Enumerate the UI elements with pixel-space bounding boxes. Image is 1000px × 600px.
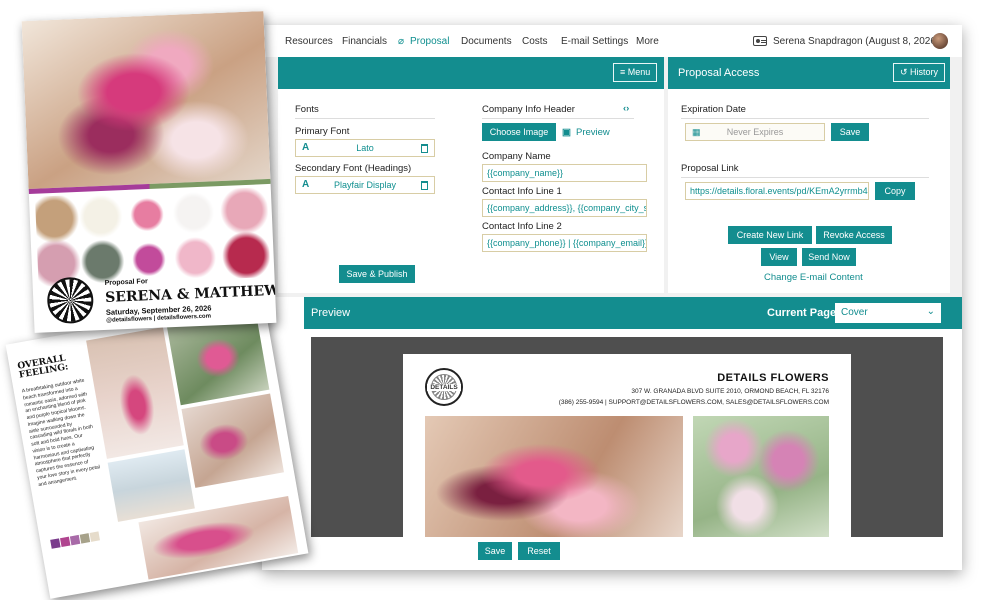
view-button[interactable]: View	[761, 248, 797, 266]
expiration-date-input[interactable]: ▦ Never Expires	[685, 123, 825, 141]
change-email-link[interactable]: Change E-mail Content	[764, 272, 863, 283]
color-swatch	[60, 536, 71, 548]
proposal-for-label: Proposal For	[104, 278, 148, 287]
proposal-access-panel: Proposal Access ↺ History Expiration Dat…	[668, 57, 950, 293]
contact-line1-input[interactable]: {{company_address}}, {{company_city_stat	[482, 199, 647, 217]
expiration-save-button[interactable]: Save	[831, 123, 869, 141]
nav-email-settings[interactable]: E-mail Settings	[561, 36, 628, 47]
company-name-label: Company Name	[482, 151, 551, 162]
menu-button[interactable]: ≡ Menu	[613, 63, 658, 82]
proposal-inside-flyer: OVERALL FEELING: A breathtaking outdoor …	[5, 299, 309, 599]
doc-contact: (386) 255-9594 | SUPPORT@DETAILSFLOWERS.…	[558, 399, 829, 406]
top-navigation: Resources Financials ⌀ Proposal Document…	[262, 25, 962, 57]
avatar[interactable]	[932, 33, 948, 49]
design-settings-panel: ≡ Menu Fonts Primary Font A Lato Seconda…	[278, 57, 664, 293]
contact-line2-input[interactable]: {{company_phone}} | {{company_email}}	[482, 234, 647, 252]
primary-font-label: Primary Font	[295, 126, 350, 137]
proposal-cover-flyer: Proposal For SERENA & MATTHEW Saturday, …	[21, 11, 277, 333]
nav-documents[interactable]: Documents	[461, 36, 512, 47]
nav-costs[interactable]: Costs	[522, 36, 548, 47]
divider	[681, 118, 929, 119]
color-swatch	[50, 538, 61, 549]
proposal-link-input[interactable]: https://details.floral.events/pd/KEmA2yr…	[685, 182, 869, 200]
trash-icon[interactable]	[421, 181, 428, 190]
details-logo: DETAILS	[425, 368, 463, 406]
nav-more[interactable]: More	[636, 36, 659, 47]
preview-panel: Preview Current Page: Cover ⌄ DETAILS DE…	[262, 297, 962, 570]
copy-link-button[interactable]: Copy	[875, 182, 915, 200]
history-button[interactable]: ↺ History	[893, 63, 946, 82]
arrangement-photo	[181, 393, 284, 488]
company-header-label: Company Info Header	[482, 104, 575, 115]
preview-reset-button[interactable]: Reset	[518, 542, 560, 560]
design-panel-header: ≡ Menu	[278, 57, 664, 89]
bouquet-photo	[425, 416, 683, 537]
beach-photo	[107, 449, 195, 522]
fonts-heading: Fonts	[295, 104, 319, 115]
leaf-icon: ⌀	[398, 36, 405, 47]
preview-panel-title: Preview	[311, 307, 351, 319]
save-publish-button[interactable]: Save & Publish	[339, 265, 415, 283]
choose-image-button[interactable]: Choose Image	[482, 123, 556, 141]
preview-save-button[interactable]: Save	[478, 542, 512, 560]
doc-company-name: DETAILS FLOWERS	[717, 372, 829, 384]
secondary-font-label: Secondary Font (Headings)	[295, 163, 412, 174]
current-page-label: Current Page:	[767, 307, 840, 319]
nav-financials[interactable]: Financials	[342, 36, 387, 47]
id-card-icon	[753, 36, 767, 46]
company-name-input[interactable]: {{company_name}}	[482, 164, 647, 182]
preview-canvas[interactable]: DETAILS DETAILS FLOWERS 307 W. GRANADA B…	[311, 337, 943, 537]
image-icon: ▣	[562, 127, 571, 138]
expiration-label: Expiration Date	[681, 104, 746, 115]
nav-proposal[interactable]: Proposal	[410, 36, 449, 47]
divider	[295, 118, 435, 119]
history-icon: ↺	[900, 67, 911, 77]
nav-resources[interactable]: Resources	[285, 36, 333, 47]
user-name[interactable]: Serena Snapdragon (August 8, 2026)	[773, 36, 939, 47]
color-swatch	[69, 534, 81, 546]
code-icon[interactable]: ‹›	[623, 103, 629, 114]
contact-line2-label: Contact Info Line 2	[482, 221, 562, 232]
color-swatch	[89, 531, 100, 542]
current-page-select[interactable]: Cover ⌄	[835, 303, 941, 323]
secondary-font-select[interactable]: A Playfair Display	[295, 176, 435, 194]
overall-feeling-heading: OVERALL FEELING:	[16, 353, 70, 382]
doc-address: 307 W. GRANADA BLVD SUITE 2010, ORMOND B…	[631, 388, 829, 395]
access-panel-title: Proposal Access	[678, 67, 760, 79]
preview-panel-header: Preview Current Page: Cover ⌄	[304, 297, 962, 329]
couple-names: SERENA & MATTHEW	[104, 282, 277, 306]
flower-samples	[34, 187, 271, 287]
send-now-button[interactable]: Send Now	[802, 248, 856, 266]
lisianthus-photo	[693, 416, 829, 537]
couple-photo	[86, 327, 184, 459]
contact-line1-label: Contact Info Line 1	[482, 186, 562, 197]
divider	[681, 177, 929, 178]
proposal-cover-page: DETAILS DETAILS FLOWERS 307 W. GRANADA B…	[403, 354, 851, 537]
preview-link[interactable]: Preview	[576, 127, 610, 138]
app-window: Resources Financials ⌀ Proposal Document…	[262, 25, 962, 570]
divider	[482, 118, 634, 119]
proposal-link-label: Proposal Link	[681, 163, 739, 174]
create-new-link-button[interactable]: Create New Link	[728, 226, 812, 244]
menu-icon: ≡	[620, 67, 628, 77]
trash-icon[interactable]	[421, 144, 428, 153]
revoke-access-button[interactable]: Revoke Access	[816, 226, 892, 244]
color-swatch	[79, 533, 91, 544]
details-logo	[46, 276, 95, 325]
access-panel-header: Proposal Access ↺ History	[668, 57, 950, 89]
bouquet-photo	[21, 11, 271, 190]
screenshot-composite: Resources Financials ⌀ Proposal Document…	[0, 0, 1000, 600]
chevron-down-icon: ⌄	[926, 306, 935, 317]
primary-font-select[interactable]: A Lato	[295, 139, 435, 157]
